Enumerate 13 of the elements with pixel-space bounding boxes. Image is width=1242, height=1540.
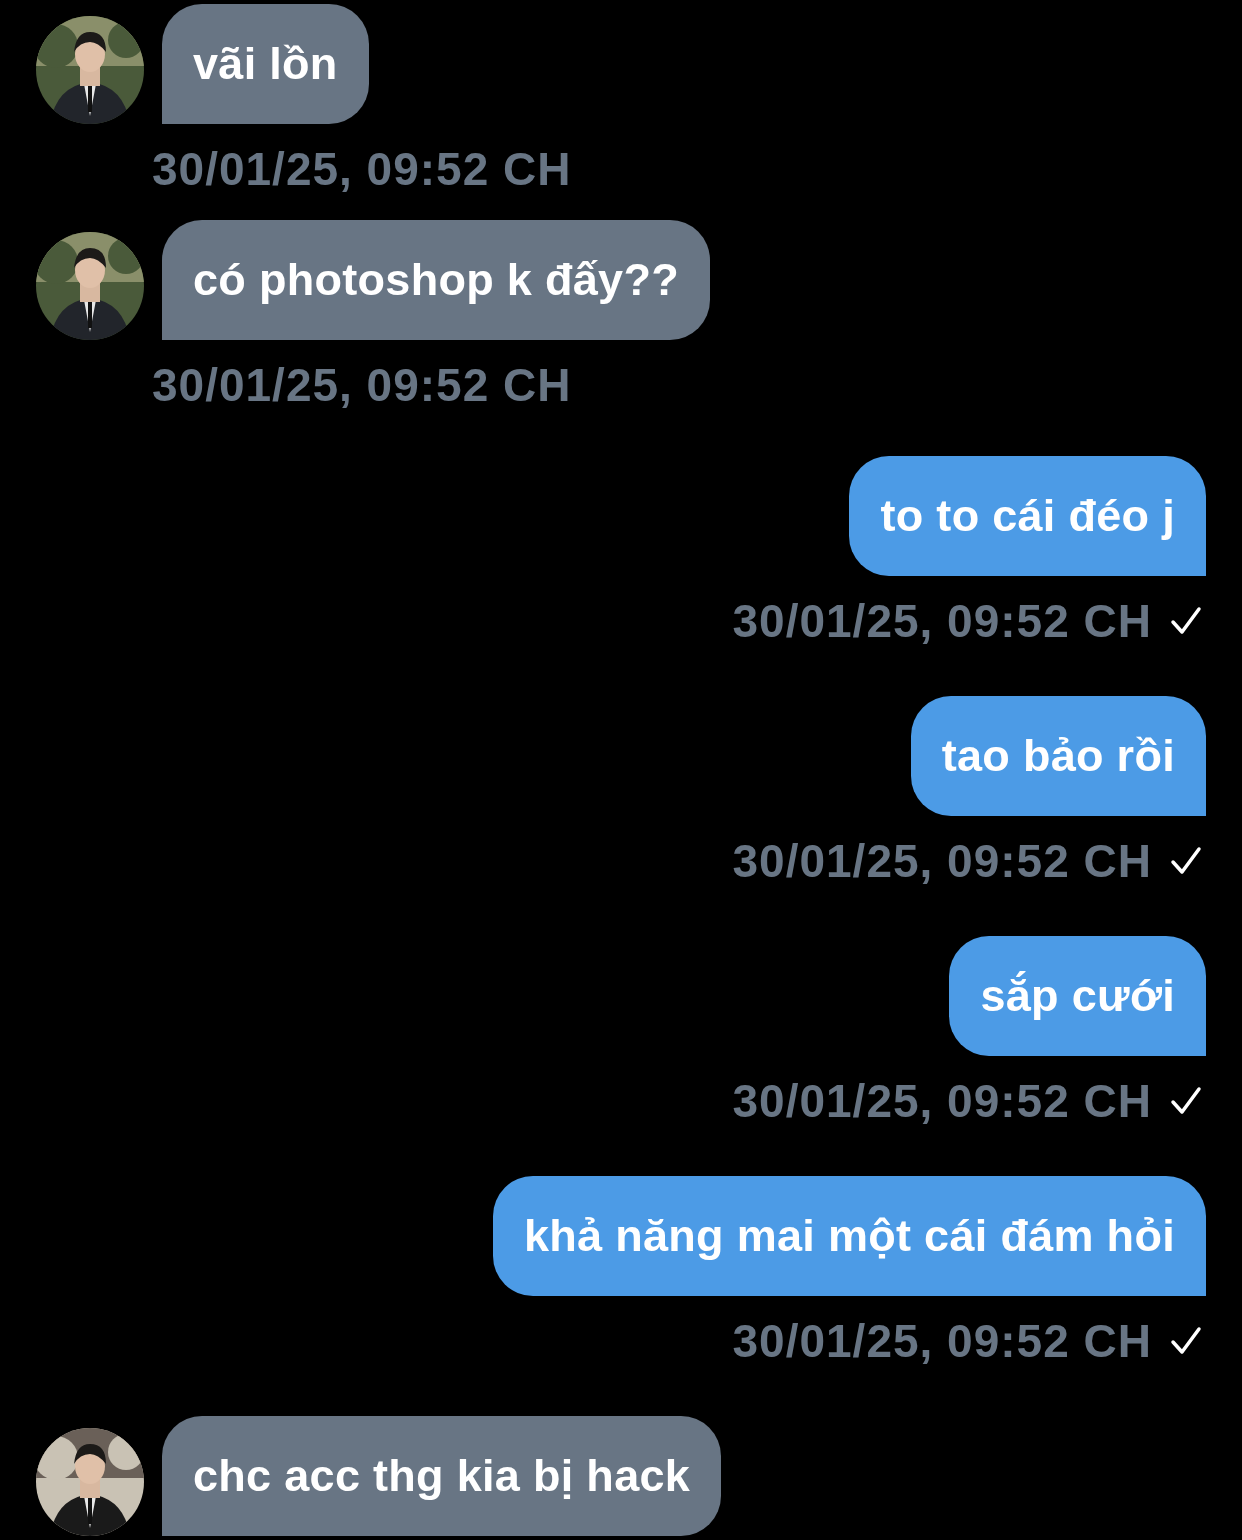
message-bubble: sắp cưới [949,936,1206,1056]
message-bubble: có photoshop k đấy?? [162,220,710,340]
timestamp: 30/01/25, 09:52 CH [152,358,572,412]
timestamp: 30/01/25, 09:52 CH [732,1074,1152,1128]
message-bubble: khả năng mai một cái đám hỏi [492,1176,1206,1296]
message-bubble: vãi lồn [162,4,369,124]
timestamp: 30/01/25, 09:52 CH [152,142,572,196]
timestamp: 30/01/25, 09:52 CH [732,834,1152,888]
message-bubble: chc acc thg kia bị hack [162,1416,722,1536]
message-bubble: to to cái đéo j [849,456,1206,576]
timestamp: 30/01/25, 09:52 CH [732,1314,1152,1368]
message-bubble: tao bảo rồi [910,696,1206,816]
timestamp: 30/01/25, 09:52 CH [732,594,1152,648]
